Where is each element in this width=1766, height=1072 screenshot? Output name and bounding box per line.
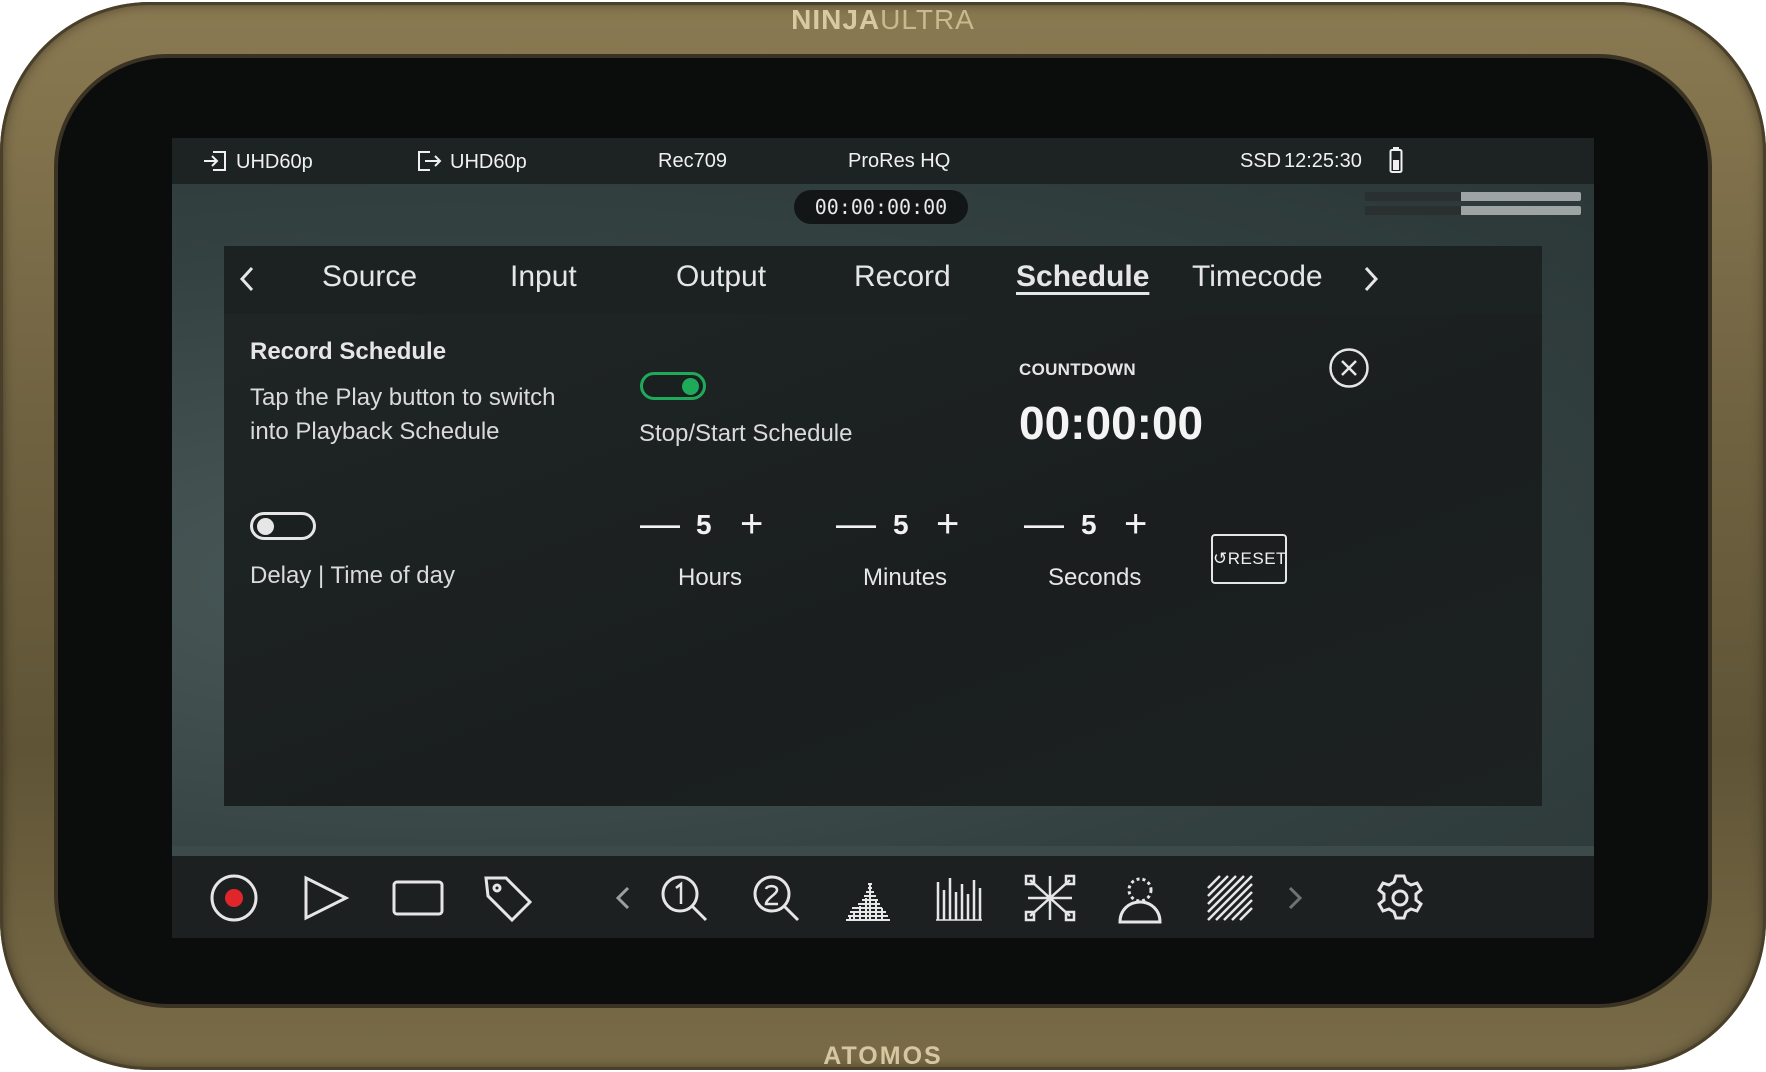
minutes-increment-button[interactable]: + (936, 504, 959, 544)
toolbar-prev-button[interactable] (596, 870, 652, 926)
output-format-label: UHD60p (450, 151, 527, 173)
close-icon[interactable] (1328, 347, 1370, 389)
tab-bar: Source Input Output Record Schedule Time… (224, 246, 1542, 314)
zoom-2-button[interactable] (748, 870, 804, 926)
zoom-2-icon (753, 875, 800, 922)
reset-label: RESET (1227, 549, 1287, 568)
chevron-left-icon (615, 886, 630, 910)
focus-peaking-icon (1118, 877, 1162, 924)
tab-output[interactable]: Output (676, 260, 766, 294)
record-schedule-title: Record Schedule (250, 338, 447, 365)
timecode-display: 00:00:00:00 (794, 190, 968, 224)
countdown-value: 00:00:00 (1019, 397, 1204, 449)
record-button[interactable] (206, 870, 262, 926)
device-body: NINJAULTRA ATOMOS UHD60p UHD60p Rec709 P… (0, 2, 1766, 1070)
tab-source[interactable]: Source (322, 260, 417, 294)
tab-input[interactable]: Input (510, 260, 577, 294)
input-format-status[interactable]: UHD60p (202, 150, 313, 174)
vectorscope-button[interactable] (930, 870, 986, 926)
delay-time-of-day-toggle[interactable] (250, 512, 316, 540)
audio-meter-left (1365, 192, 1581, 201)
chevron-right-icon (1288, 886, 1303, 910)
output-format-status[interactable]: UHD60p (416, 150, 527, 174)
media-label: SSD (1240, 150, 1282, 172)
tab-timecode[interactable]: Timecode (1192, 260, 1323, 294)
brand-top: NINJAULTRA (791, 4, 975, 35)
schedule-description-line1: Tap the Play button to switch (250, 384, 556, 411)
waveform-icon (846, 883, 890, 921)
input-icon (204, 151, 226, 171)
reset-button[interactable]: ↺RESET (1211, 534, 1287, 584)
vectorscope-icon (1024, 874, 1076, 922)
chevron-right-icon[interactable] (1362, 264, 1380, 294)
clock-label: 12:25:30 (1284, 150, 1362, 172)
settings-button[interactable] (1372, 870, 1428, 926)
play-button[interactable] (298, 870, 354, 926)
zebra-icon (1207, 875, 1253, 921)
toolbar-next-button[interactable] (1266, 870, 1322, 926)
video-area: 00:00:00:00 Source Input Output Record S… (172, 184, 1594, 846)
settings-icon (1377, 874, 1423, 920)
play-icon (304, 875, 350, 921)
focus-peaking-button[interactable] (1112, 870, 1168, 926)
delay-time-of-day-label: Delay | Time of day (250, 562, 455, 589)
stop-start-schedule-label: Stop/Start Schedule (639, 420, 853, 447)
zebra-button[interactable] (1202, 870, 1258, 926)
minutes-label: Minutes (863, 564, 948, 591)
minutes-decrement-button[interactable]: — (836, 504, 876, 544)
brand-bottom: ATOMOS (823, 1042, 943, 1070)
hours-decrement-button[interactable]: — (640, 504, 680, 544)
waveform-button[interactable] (840, 870, 896, 926)
output-icon (418, 151, 442, 171)
hours-increment-button[interactable]: + (740, 504, 763, 544)
seconds-value: 5 (1081, 509, 1097, 540)
monitor-icon (392, 880, 444, 916)
schedule-panel: Source Input Output Record Schedule Time… (224, 246, 1542, 806)
codec-label[interactable]: ProRes HQ (848, 150, 950, 173)
status-bar: UHD60p UHD60p Rec709 ProRes HQ SSD 12:25… (172, 138, 1594, 184)
countdown-label: COUNTDOWN (1019, 360, 1136, 379)
hours-value: 5 (696, 509, 712, 540)
false-color-icon (936, 878, 982, 921)
stop-start-schedule-toggle[interactable] (640, 372, 706, 400)
screen: UHD60p UHD60p Rec709 ProRes HQ SSD 12:25… (172, 138, 1594, 938)
zoom-1-button[interactable] (656, 870, 712, 926)
record-icon (210, 874, 258, 922)
vectorscope-grid-button[interactable] (1022, 870, 1078, 926)
hours-label: Hours (678, 564, 743, 591)
tag-button[interactable] (480, 870, 536, 926)
bottom-toolbar (172, 856, 1594, 938)
seconds-decrement-button[interactable]: — (1024, 504, 1064, 544)
zoom-1-icon (661, 875, 708, 922)
monitor-button[interactable] (390, 870, 446, 926)
battery-icon (1389, 147, 1403, 173)
tab-record[interactable]: Record (854, 260, 951, 294)
color-space-label[interactable]: Rec709 (658, 150, 727, 173)
chevron-left-icon[interactable] (238, 264, 256, 294)
tab-schedule[interactable]: Schedule (1016, 260, 1149, 294)
input-format-label: UHD60p (236, 151, 313, 173)
reset-icon: ↺ (1213, 549, 1228, 568)
audio-meter-right (1365, 206, 1581, 215)
minutes-value: 5 (893, 509, 909, 540)
seconds-increment-button[interactable]: + (1124, 504, 1147, 544)
schedule-description-line2: into Playback Schedule (250, 418, 500, 445)
seconds-label: Seconds (1048, 564, 1142, 591)
tag-icon (484, 876, 533, 923)
